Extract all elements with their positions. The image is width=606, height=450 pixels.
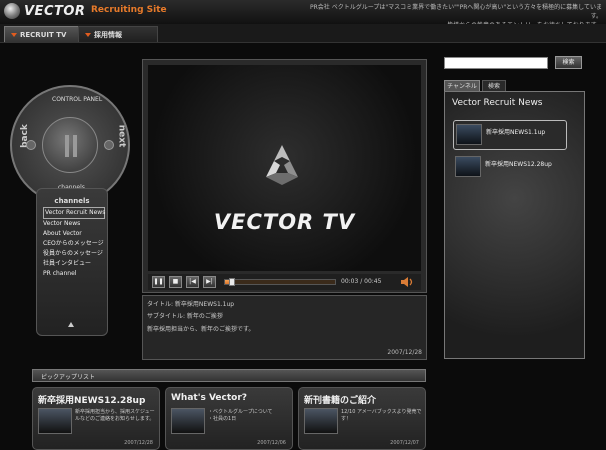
pickup-card-thumbnail <box>171 408 205 434</box>
video-thumbnail <box>456 124 482 145</box>
progress-bar[interactable] <box>224 278 336 286</box>
pickup-card-desc: 新卒採用担当から、採用スケジュールなどのご連絡をお知らせします。 <box>75 409 155 422</box>
channel-item-vector-recruit-news[interactable]: Vector Recruit News <box>43 207 105 219</box>
pickup-card-thumbnail <box>38 408 72 434</box>
main-nav: RECRUIT TV 採用情報 <box>0 24 606 43</box>
triangle-down-icon <box>11 32 17 37</box>
logo-emblem-icon <box>4 3 20 19</box>
volume-icon[interactable] <box>400 276 414 288</box>
pickup-card-title: What's Vector? <box>171 393 248 403</box>
tab-recruit-info[interactable]: 採用情報 <box>78 26 158 42</box>
channel-item-vector-news[interactable]: Vector News <box>43 219 105 229</box>
channel-item-about-vector[interactable]: About Vector <box>43 229 105 239</box>
channel-item-pr-channel[interactable]: PR channel <box>43 269 105 279</box>
pickup-card[interactable]: What's Vector? ・ベクトルグループについて ・社員の1日 2007… <box>165 387 293 450</box>
site-header: VECTOR Recruiting Site PR会社 ベクトルグループは"マス… <box>0 0 606 29</box>
video-date: 2007/12/28 <box>387 349 422 356</box>
channels-title: channels <box>54 197 90 205</box>
video-list-item[interactable]: 新卒採用NEWS1.1up <box>453 120 567 150</box>
pause-icon[interactable]: ❚❚ <box>152 276 165 288</box>
channel-item-employee-interview[interactable]: 社員インタビュー <box>43 259 105 269</box>
vector-tv-title: VECTOR TV <box>213 210 356 234</box>
next-icon[interactable]: ▶| <box>203 276 216 288</box>
channel-item-ceo-message[interactable]: CEOからのメッセージ <box>43 239 105 249</box>
stop-icon[interactable]: ■ <box>169 276 182 288</box>
pickup-card-date: 2007/12/07 <box>390 440 419 446</box>
progress-knob[interactable] <box>228 278 235 286</box>
scroll-up-icon[interactable] <box>68 322 74 327</box>
channel-panel-title: Vector Recruit News <box>452 98 543 108</box>
tab-recruit-tv-label: RECRUIT TV <box>20 30 67 39</box>
previous-icon[interactable]: |◀ <box>186 276 199 288</box>
video-info: タイトル: 新卒採用NEWS1.1up サブタイトル: 新年のご挨拶 新卒採用担… <box>142 295 427 360</box>
control-panel-label: CONTROL PANEL <box>52 96 103 103</box>
logo-text: VECTOR <box>24 3 86 19</box>
video-title: タイトル: 新卒採用NEWS1.1up <box>147 301 235 308</box>
video-list-item[interactable]: 新卒採用NEWS12.28up <box>453 153 565 181</box>
site-label: Recruiting Site <box>91 5 167 15</box>
channel-panel: Vector Recruit News 新卒採用NEWS1.1up 新卒採用NE… <box>444 91 585 359</box>
pickup-card-desc: 12/10 アメーバブックスより発売です！ <box>341 409 422 422</box>
pickup-card-title: 新刊書籍のご紹介 <box>304 396 377 406</box>
pickup-card-desc: ・ベクトルグループについて ・社員の1日 <box>208 409 273 422</box>
search-input[interactable] <box>444 57 548 69</box>
video-screen[interactable]: VECTOR TV <box>148 65 421 271</box>
video-player: VECTOR TV ❚❚ ■ |◀ ▶| 00:03 / 00:45 <box>142 59 427 293</box>
triangle-down-icon <box>85 32 91 37</box>
pickup-title: ピックアップリスト <box>41 374 96 381</box>
pickup-card-date: 2007/12/06 <box>257 440 286 446</box>
time-display: 00:03 / 00:45 <box>341 278 382 285</box>
pickup-card[interactable]: 新刊書籍のご紹介 12/10 アメーバブックスより発売です！ 2007/12/0… <box>298 387 426 450</box>
pickup-card-date: 2007/12/28 <box>124 440 153 446</box>
skip-back-icon[interactable] <box>26 140 36 150</box>
vector-emblem-icon <box>266 145 298 185</box>
pickup-header: ピックアップリスト <box>32 369 426 382</box>
channel-list: Vector Recruit News Vector News About Ve… <box>43 207 105 279</box>
channels-panel: channels Vector Recruit News Vector News… <box>36 188 108 336</box>
pickup-card[interactable]: 新卒採用NEWS12.28up 新卒採用担当から、採用スケジュールなどのご連絡を… <box>32 387 160 450</box>
next-button[interactable]: next <box>116 125 126 148</box>
pickup-card-thumbnail <box>304 408 338 434</box>
tab-recruit-info-label: 採用情報 <box>94 30 122 39</box>
tab-recruit-tv[interactable]: RECRUIT TV <box>4 26 84 42</box>
search-button[interactable]: 検索 <box>555 56 582 69</box>
channel-item-executive-message[interactable]: 役員からのメッセージ <box>43 249 105 259</box>
control-panel: CONTROL PANEL channels back next <box>10 85 130 205</box>
header-note-line1: PR会社 ベクトルグループは"マスコミ業界で働きたい""PRへ関心が高い"という… <box>310 4 602 20</box>
pickup-card-title: 新卒採用NEWS12.28up <box>38 396 146 406</box>
vector-logo[interactable]: VECTOR <box>4 3 85 19</box>
video-subtitle: サブタイトル: 新年のご挨拶 <box>147 313 223 320</box>
video-thumbnail <box>455 156 481 177</box>
video-list-item-label: 新卒採用NEWS12.28up <box>485 161 552 168</box>
pause-icon <box>65 135 77 157</box>
pause-button[interactable] <box>42 117 98 173</box>
video-list-item-label: 新卒採用NEWS1.1up <box>486 129 546 136</box>
skip-forward-icon[interactable] <box>104 140 114 150</box>
player-controls: ❚❚ ■ |◀ ▶| 00:03 / 00:45 <box>148 274 421 290</box>
video-description: 新卒採用担当から、新年のご挨拶です。 <box>147 326 255 333</box>
